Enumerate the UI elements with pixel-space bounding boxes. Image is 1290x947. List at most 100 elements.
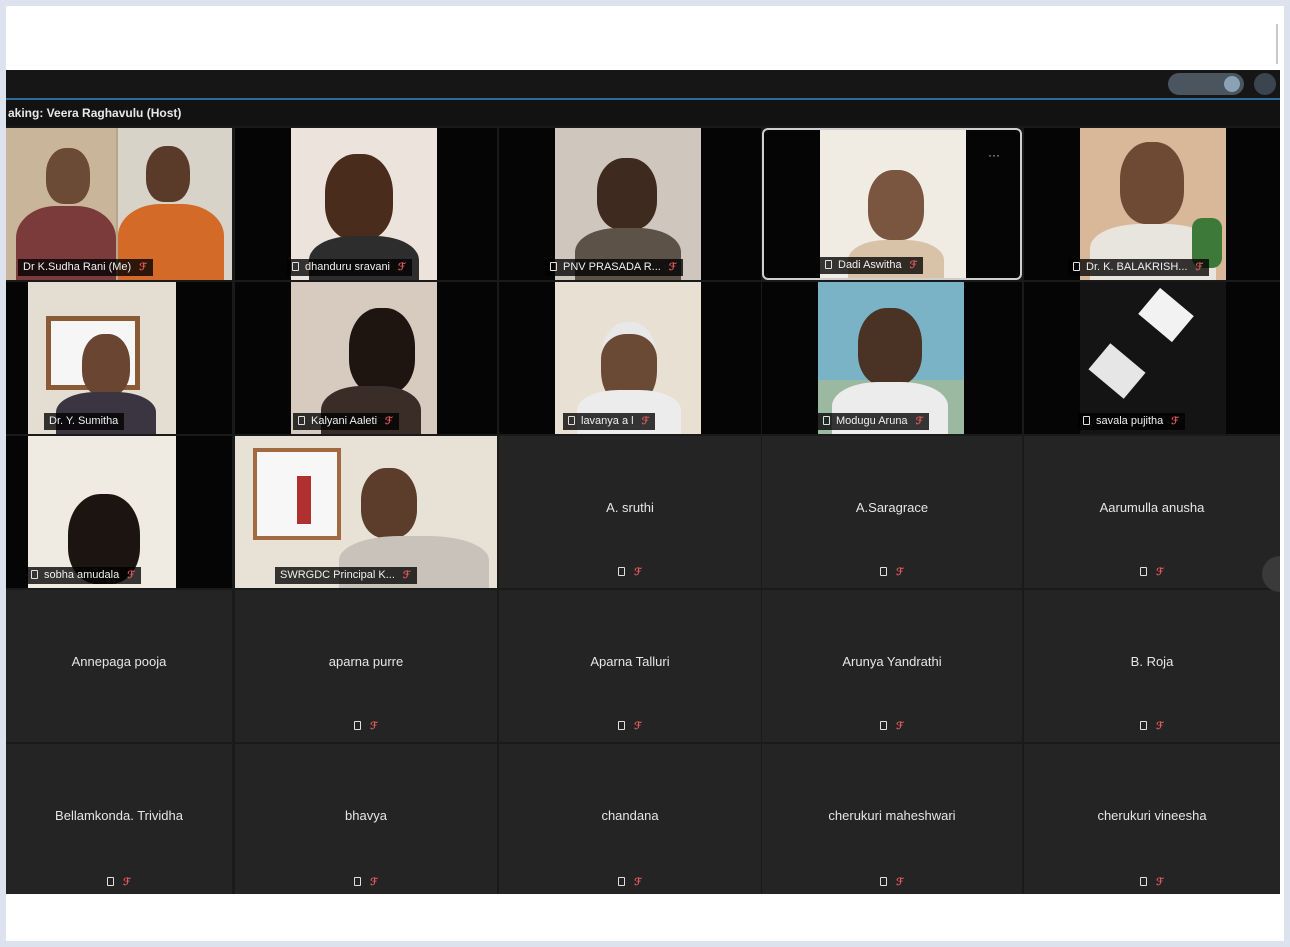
- participant-name-label: dhanduru sravani ℱ: [287, 259, 412, 276]
- video-tile[interactable]: lavanya a lℱ: [499, 282, 761, 434]
- participant-tile[interactable]: cherukuri vineesha ℱ: [1024, 744, 1280, 894]
- camera-icon: [107, 877, 115, 886]
- participant-name-label: Dadi Aswitha ℱ: [820, 257, 924, 274]
- participant-name: Aarumulla anusha: [1099, 500, 1205, 515]
- muted-mic-icon: ℱ: [370, 877, 378, 888]
- participant-name-label: SWRGDC Principal K... ℱ: [275, 567, 417, 584]
- participant-name: B. Roja: [1130, 654, 1174, 669]
- camera-feed: [555, 128, 701, 280]
- video-tile[interactable]: Kalyani Aaleti ℱ: [235, 282, 497, 434]
- participant-name: A. sruthi: [606, 500, 654, 515]
- camera-icon: [880, 567, 888, 576]
- camera-feed: [6, 128, 232, 280]
- camera-icon: [1140, 721, 1148, 730]
- participant-tile[interactable]: cherukuri maheshwari ℱ: [762, 744, 1022, 894]
- camera-feed: [28, 282, 176, 434]
- video-tile[interactable]: Dr. Y. Sumitha: [6, 282, 232, 434]
- camera-icon: [31, 570, 38, 579]
- participant-tile[interactable]: A. sruthi ℱ: [499, 436, 761, 588]
- camera-icon: [550, 262, 557, 271]
- camera-feed: [818, 282, 964, 434]
- muted-mic-icon: ℱ: [634, 567, 642, 578]
- speaking-indicator: aking: Veera Raghavulu (Host): [6, 100, 1280, 126]
- muted-mic-icon: ℱ: [909, 260, 918, 271]
- camera-feed: [291, 128, 437, 280]
- participant-tile[interactable]: Bellamkonda. Trividha ℱ: [6, 744, 232, 894]
- more-options-icon[interactable]: ···: [988, 148, 1000, 162]
- video-tile[interactable]: Modugu Aruna ℱ: [762, 282, 1022, 434]
- muted-mic-icon: ℱ: [641, 416, 650, 427]
- muted-mic-icon: ℱ: [896, 877, 904, 888]
- camera-icon: [618, 567, 626, 576]
- camera-icon: [354, 877, 362, 886]
- participant-name: Annepaga pooja: [71, 654, 167, 669]
- muted-mic-icon: ℱ: [915, 416, 924, 427]
- muted-mic-icon: ℱ: [370, 721, 378, 732]
- camera-feed: [1080, 282, 1226, 434]
- video-tile[interactable]: savala pujitha ℱ: [1024, 282, 1280, 434]
- participant-status-icons: ℱ: [499, 720, 761, 732]
- participant-tile[interactable]: A.Saragrace ℱ: [762, 436, 1022, 588]
- camera-icon: [1083, 416, 1090, 425]
- camera-feed: [235, 436, 497, 588]
- participant-tile[interactable]: Annepaga pooja: [6, 590, 232, 742]
- participant-status-icons: ℱ: [762, 720, 1022, 732]
- participant-name-label: Dr. Y. Sumitha: [44, 413, 125, 430]
- participant-name: Aparna Talluri: [590, 654, 670, 669]
- camera-icon: [1140, 567, 1148, 576]
- muted-mic-icon: ℱ: [127, 570, 136, 581]
- camera-icon: [298, 416, 305, 425]
- fullscreen-button[interactable]: [1254, 73, 1276, 95]
- participant-status-icons: ℱ: [1024, 566, 1280, 578]
- participant-tile[interactable]: Aparna Talluri ℱ: [499, 590, 761, 742]
- participant-tile[interactable]: aparna purre ℱ: [235, 590, 497, 742]
- camera-icon: [618, 721, 626, 730]
- participant-tile[interactable]: Arunya Yandrathi ℱ: [762, 590, 1022, 742]
- camera-icon: [880, 877, 888, 886]
- participant-tile[interactable]: B. Roja ℱ: [1024, 590, 1280, 742]
- participant-name: A.Saragrace: [855, 500, 929, 515]
- participant-status-icons: ℱ: [1024, 720, 1280, 732]
- video-tile[interactable]: sobha amudala ℱ: [6, 436, 232, 588]
- video-tile[interactable]: Dr K.Sudha Rani (Me) ℱ: [6, 128, 232, 280]
- camera-icon: [618, 877, 626, 886]
- participant-name-label: sobha amudala ℱ: [26, 567, 142, 584]
- camera-icon: [823, 416, 830, 425]
- muted-mic-icon: ℱ: [398, 262, 406, 273]
- muted-mic-icon: ℱ: [896, 721, 904, 732]
- participant-status-icons: ℱ: [235, 876, 497, 888]
- participant-name-label: PNV PRASADA R... ℱ: [545, 259, 683, 276]
- participant-name-label: Dr. K. BALAKRISH... ℱ: [1068, 259, 1210, 276]
- video-tile[interactable]: dhanduru sravani ℱ: [235, 128, 497, 280]
- participant-tile[interactable]: bhavya ℱ: [235, 744, 497, 894]
- participant-name: aparna purre: [328, 654, 404, 669]
- view-toggle[interactable]: [1168, 73, 1244, 95]
- muted-mic-icon: ℱ: [634, 721, 642, 732]
- muted-mic-icon: ℱ: [123, 877, 131, 888]
- camera-icon: [292, 262, 299, 271]
- participant-name-label: savala pujitha ℱ: [1078, 413, 1186, 430]
- muted-mic-icon: ℱ: [1195, 262, 1204, 273]
- participant-tile[interactable]: Aarumulla anusha ℱ: [1024, 436, 1280, 588]
- camera-feed: [28, 436, 176, 588]
- participant-tile[interactable]: chandana ℱ: [499, 744, 761, 894]
- participant-name: Bellamkonda. Trividha: [55, 808, 183, 823]
- screenshot-top-margin: [6, 6, 1284, 70]
- participant-status-icons: ℱ: [499, 566, 761, 578]
- participant-name: chandana: [601, 808, 659, 823]
- video-tile[interactable]: SWRGDC Principal K... ℱ: [235, 436, 497, 588]
- meeting-window: aking: Veera Raghavulu (Host) Dr K.Sudha…: [6, 70, 1280, 894]
- view-toggle-knob: [1224, 76, 1240, 92]
- participant-name-label: Modugu Aruna ℱ: [818, 413, 930, 430]
- video-tile[interactable]: PNV PRASADA R... ℱ: [499, 128, 761, 280]
- window-edge-line: [1276, 24, 1278, 64]
- video-tile-active[interactable]: ··· Dadi Aswitha ℱ: [762, 128, 1022, 280]
- video-tile[interactable]: Dr. K. BALAKRISH... ℱ: [1024, 128, 1280, 280]
- participant-name: Arunya Yandrathi: [842, 654, 942, 669]
- muted-mic-icon: ℱ: [139, 262, 148, 273]
- muted-mic-icon: ℱ: [668, 262, 677, 273]
- muted-mic-icon: ℱ: [1156, 721, 1164, 732]
- participant-name-label: lavanya a lℱ: [563, 413, 656, 430]
- muted-mic-icon: ℱ: [1171, 416, 1180, 427]
- camera-icon: [880, 721, 888, 730]
